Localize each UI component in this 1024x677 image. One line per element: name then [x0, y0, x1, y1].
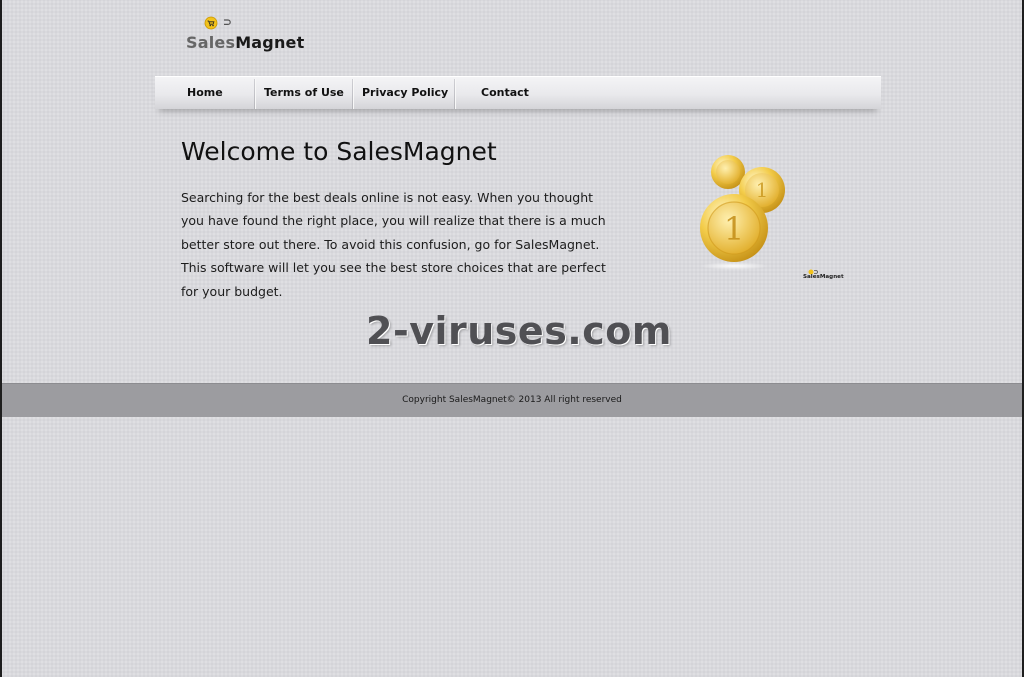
logo-magnet-text: Magnet	[235, 33, 305, 52]
small-logo-text: SalesMagnet	[803, 274, 844, 280]
site-logo[interactable]: SalesMagnet	[186, 14, 316, 56]
nav-privacy-policy[interactable]: Privacy Policy	[362, 77, 448, 109]
nav-divider	[454, 79, 455, 109]
nav-divider	[352, 79, 353, 109]
svg-text:1: 1	[756, 178, 769, 202]
page-title: Welcome to SalesMagnet	[181, 137, 497, 166]
nav-home[interactable]: Home	[187, 77, 223, 109]
main-navigation: Home Terms of Use Privacy Policy Contact	[155, 76, 881, 109]
logo-sales-text: Sales	[186, 33, 236, 52]
gold-coins-image: 1 1	[700, 155, 785, 270]
svg-text:1: 1	[724, 210, 744, 248]
nav-divider	[254, 79, 255, 109]
shopping-cart-magnet-icon	[204, 16, 231, 30]
intro-paragraph: Searching for the best deals online is n…	[181, 190, 606, 299]
copyright-text: Copyright SalesMagnet© 2013 All right re…	[402, 395, 622, 405]
nav-terms-of-use[interactable]: Terms of Use	[264, 77, 344, 109]
window-border-left	[0, 0, 2, 677]
nav-contact[interactable]: Contact	[481, 77, 529, 109]
logo-wordmark: SalesMagnet	[186, 33, 304, 52]
site-watermark: 2-viruses.com	[366, 309, 672, 353]
footer-bar: Copyright SalesMagnet© 2013 All right re…	[2, 383, 1022, 417]
small-logo: SalesMagnet	[800, 269, 844, 283]
